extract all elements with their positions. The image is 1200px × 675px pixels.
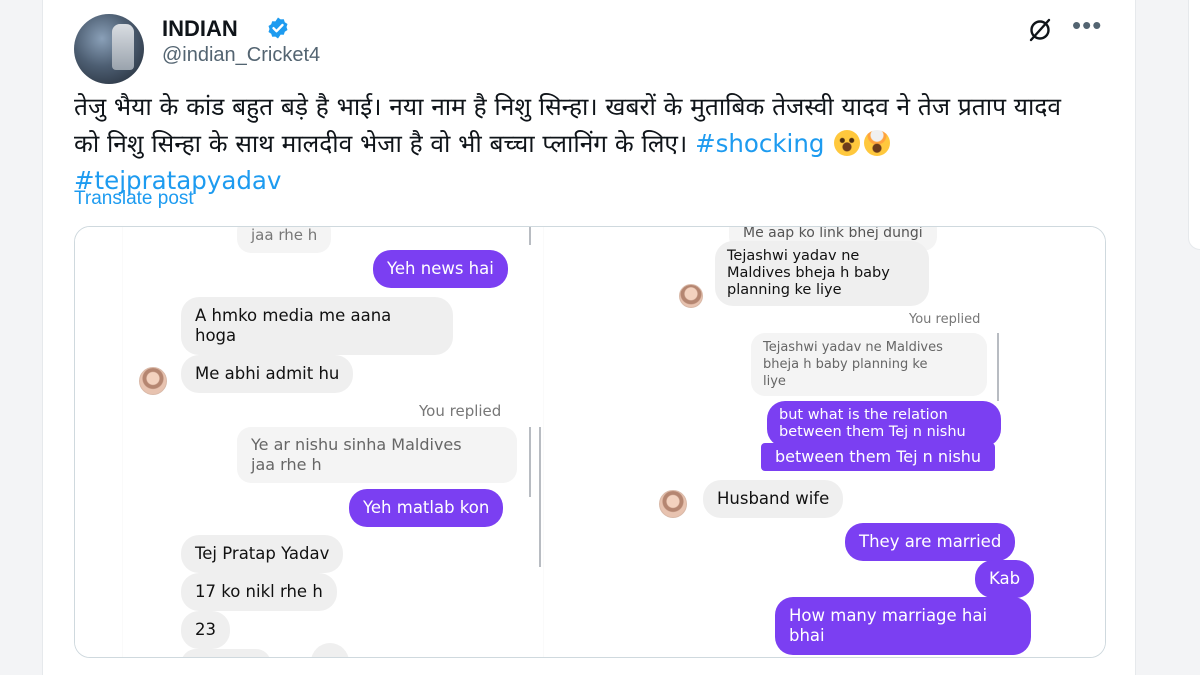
reply-line bbox=[997, 333, 999, 401]
quote-line: Ye ar nishu sinha Maldives bbox=[251, 435, 462, 454]
chat-message-received: A hmko media me aana hoga bbox=[181, 297, 453, 355]
message-line: between them Tej n nishu bbox=[779, 424, 966, 440]
message-line: bhai bbox=[789, 626, 825, 645]
post-text: तेजु भैया के कांड बहुत बड़े है भाई। नया … bbox=[74, 88, 1084, 199]
quote-line: jaa rhe h bbox=[251, 455, 322, 474]
chat-message-sent: Yeh matlab kon bbox=[349, 489, 504, 527]
chat-message-sent: They are married bbox=[845, 523, 1016, 561]
chat-message-sent: How many marriage hai bhai bbox=[775, 597, 1031, 655]
verified-badge-icon bbox=[268, 17, 288, 39]
contact-avatar bbox=[659, 490, 687, 518]
more-icon[interactable]: ••• bbox=[1072, 12, 1102, 38]
hushed-face-icon bbox=[834, 130, 861, 156]
reply-line bbox=[529, 427, 531, 497]
quote-line: bheja h baby planning ke bbox=[763, 357, 928, 372]
message-line: Maldives bheja h baby bbox=[727, 265, 890, 281]
grok-icon[interactable] bbox=[1026, 16, 1054, 44]
chat-fragment: jaa rhe h bbox=[237, 227, 332, 253]
user-avatar[interactable] bbox=[74, 14, 144, 84]
contact-avatar bbox=[679, 284, 703, 308]
message-line: A hmko media me aana bbox=[195, 306, 392, 325]
chat-message-received: Husband wife bbox=[703, 480, 844, 518]
chat-message-sent: between them Tej n nishu bbox=[761, 443, 996, 471]
chat-message-received: Tejashwi yadav ne Maldives bheja h baby … bbox=[715, 241, 929, 306]
scroll-line bbox=[539, 427, 541, 567]
quote-line: Tejashwi yadav ne Maldives bbox=[763, 340, 943, 355]
chat-message-received: 23 bbox=[181, 611, 230, 649]
contact-avatar bbox=[139, 367, 167, 395]
chat-message-received: 17 ko nikl rhe h bbox=[181, 573, 337, 611]
chat-screenshot-left: jaa rhe h Yeh news hai A hmko media me a… bbox=[75, 227, 591, 657]
message-line: planning ke liye bbox=[727, 282, 842, 298]
chat-message-sent: Kab bbox=[975, 560, 1035, 598]
chat-message-sent: Yeh news hai bbox=[373, 250, 508, 288]
sidebar-edge bbox=[1188, 0, 1200, 250]
exploding-head-icon bbox=[864, 130, 891, 156]
post-body: तेजु भैया के कांड बहुत बड़े है भाई। नया … bbox=[74, 92, 1061, 158]
reply-line bbox=[529, 227, 531, 245]
display-name[interactable]: INDIAN bbox=[162, 16, 238, 42]
user-handle[interactable]: @indian_Cricket4 bbox=[162, 44, 320, 67]
chat-message-received: Tej Pratap Yadav bbox=[181, 535, 344, 573]
quoted-message: Tejashwi yadav ne Maldives bheja h baby … bbox=[751, 333, 987, 396]
chat-message-received: Me abhi admit hu bbox=[181, 355, 354, 393]
message-line: hoga bbox=[195, 326, 237, 345]
chat-message-received bbox=[181, 649, 271, 657]
message-line: Tejashwi yadav ne bbox=[727, 248, 860, 264]
message-line: but what is the relation bbox=[779, 407, 948, 423]
you-replied-label: You replied bbox=[419, 402, 502, 420]
message-line: How many marriage hai bbox=[789, 606, 988, 625]
reaction-bubble bbox=[311, 643, 349, 657]
translate-post-link[interactable]: Translate post bbox=[74, 188, 194, 210]
post-media[interactable]: jaa rhe h Yeh news hai A hmko media me a… bbox=[74, 226, 1106, 658]
chat-screenshot-right: Me aap ko link bhej dungi Tejashwi yadav… bbox=[591, 227, 1105, 657]
quoted-message: Ye ar nishu sinha Maldives jaa rhe h bbox=[237, 427, 517, 483]
chat-message-sent: but what is the relation between them Te… bbox=[767, 401, 1001, 447]
quote-line: liye bbox=[763, 374, 786, 389]
you-replied-label: You replied bbox=[909, 312, 981, 327]
hashtag-shocking[interactable]: #shocking bbox=[695, 129, 824, 158]
